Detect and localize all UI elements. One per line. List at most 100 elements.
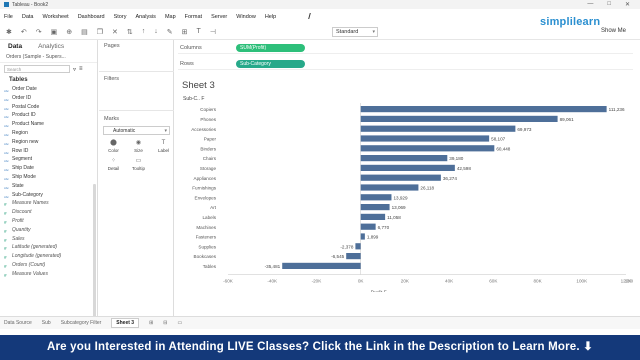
pages-card[interactable]: Pages [99, 42, 174, 72]
new-dashboard-icon[interactable]: ⊟ [163, 320, 167, 326]
group-icon[interactable]: ⊞ [182, 28, 188, 36]
menu-data[interactable]: Data [22, 14, 34, 20]
new-sheet-icon[interactable]: ▤ [81, 28, 88, 36]
save-icon[interactable]: ▣ [51, 28, 58, 36]
new-story-icon[interactable]: ▭ [177, 320, 182, 326]
highlight-icon[interactable]: ✎ [167, 28, 173, 36]
sort-ascending-icon[interactable]: ↑ [142, 28, 146, 35]
list-view-icon[interactable]: ≡ [79, 66, 83, 72]
sort-descending-icon[interactable]: ↓ [154, 28, 158, 35]
category-label: Furnishings [192, 186, 216, 191]
profit-bar [360, 194, 392, 201]
menu-dashboard[interactable]: Dashboard [78, 14, 105, 20]
measure-field[interactable]: # Sales [0, 235, 97, 244]
field-search-input[interactable]: Search [4, 65, 70, 73]
duplicate-icon[interactable]: ❐ [97, 28, 103, 36]
new-datasource-icon[interactable]: ⊕ [66, 28, 72, 36]
rows-shelf[interactable]: Rows Sub-Category [178, 58, 633, 70]
show-me-button[interactable]: Show Me [601, 28, 626, 34]
bar-value-label: -35,481 [265, 264, 281, 269]
dimension-field[interactable]: Abc Product ID [0, 111, 97, 120]
measure-field[interactable]: # Measure Names [0, 199, 97, 208]
columns-shelf[interactable]: Columns SUM(Profit) [178, 42, 633, 54]
tab-data-source[interactable]: Data Source [4, 320, 32, 326]
profit-bar [360, 223, 376, 230]
menu-analysis[interactable]: Analysis [135, 14, 155, 20]
window-controls: — □ ✕ [587, 1, 640, 8]
bar-value-label: -2,378 [340, 244, 353, 249]
dimension-field[interactable]: Abc Row ID [0, 147, 97, 156]
menu-window[interactable]: Window [236, 14, 256, 20]
category-label: Tables [203, 264, 217, 269]
tableau-logo-icon[interactable]: ✱ [6, 28, 12, 36]
label-button[interactable]: T Label [152, 139, 175, 155]
dimension-field[interactable]: Abc Ship Date [0, 164, 97, 173]
filter-icon[interactable]: ▿ [73, 66, 76, 73]
datasource-item[interactable]: Orders (Sample - Supers... [0, 52, 97, 63]
profit-bar [360, 213, 386, 220]
profit-bar [360, 145, 495, 152]
measure-field[interactable]: # Latitude (generated) [0, 243, 97, 252]
close-button[interactable]: ✕ [625, 1, 630, 8]
columns-pill[interactable]: SUM(Profit) [236, 43, 305, 52]
color-icon: ⬤ [110, 140, 117, 146]
x-tick-label: -20K [312, 279, 323, 284]
menu-file[interactable]: File [4, 14, 13, 20]
fit-dropdown[interactable]: Standard [332, 27, 378, 37]
dimension-field[interactable]: Abc State [0, 182, 97, 191]
data-pane: Data Analytics Orders (Sample - Supers..… [0, 40, 98, 349]
menu-server[interactable]: Server [211, 14, 227, 20]
bar-value-label: 11,058 [387, 215, 401, 220]
color-button[interactable]: ⬤ Color [102, 139, 125, 155]
measure-field[interactable]: # Profit [0, 217, 97, 226]
fix-axes-icon[interactable]: ⊣ [210, 28, 216, 36]
menu-worksheet[interactable]: Worksheet [43, 14, 69, 20]
measure-field[interactable]: # Quantity [0, 226, 97, 235]
detail-button[interactable]: ⁘ Detail [102, 157, 125, 173]
undo-icon[interactable]: ↶ [21, 28, 27, 36]
promo-banner[interactable]: Are you Interested in Attending LIVE Cla… [0, 335, 640, 360]
dimension-field[interactable]: Abc Postal Code [0, 103, 97, 112]
measure-field[interactable]: # Discount [0, 208, 97, 217]
tooltip-button[interactable]: ▭ Tooltip [127, 157, 150, 173]
measure-field[interactable]: # Longitude (generated) [0, 252, 97, 261]
bar-value-label: 60,448 [496, 146, 510, 151]
measure-field[interactable]: # Orders (Count) [0, 261, 97, 270]
dimension-field[interactable]: Abc Segment [0, 155, 97, 164]
tab-sub[interactable]: Sub [42, 320, 51, 326]
labels-icon[interactable]: T [197, 28, 201, 35]
dimension-field[interactable]: Abc Order Date [0, 85, 97, 94]
menu-map[interactable]: Map [165, 14, 176, 20]
maximize-button[interactable]: □ [607, 1, 611, 8]
minimize-button[interactable]: — [587, 1, 593, 8]
measure-field[interactable]: # Measure Values [0, 270, 97, 279]
dimension-field[interactable]: Abc Sub-Category [0, 191, 97, 200]
tab-subcategory-filter[interactable]: Subcategory Filter [61, 320, 102, 326]
rows-pill[interactable]: Sub-Category [236, 59, 305, 68]
bar-value-label: 111,236 [609, 107, 625, 112]
menu-help[interactable]: Help [265, 14, 276, 20]
clear-icon[interactable]: ✕ [112, 28, 118, 36]
menu-story[interactable]: Story [114, 14, 127, 20]
dimension-field[interactable]: Abc Ship Mode [0, 173, 97, 182]
new-worksheet-icon[interactable]: ⊞ [149, 320, 153, 326]
tab-data[interactable]: Data [0, 43, 30, 50]
tab-analytics[interactable]: Analytics [30, 43, 72, 50]
redo-icon[interactable]: ↷ [36, 28, 42, 36]
dimension-field[interactable]: Abc Order ID [0, 94, 97, 103]
profit-bar-chart: Copiers 111,236 Phones 89,061 Accessories 69,… [191, 103, 633, 292]
window-title: Tableau - Book2 [12, 1, 49, 8]
dimension-field[interactable]: Abc Region [0, 129, 97, 138]
dimension-field[interactable]: Abc Product Name [0, 120, 97, 129]
profit-bar [360, 233, 365, 240]
menu-format[interactable]: Format [185, 14, 202, 20]
swap-icon[interactable]: ⇅ [127, 28, 133, 36]
profit-bar [360, 135, 490, 142]
measure-type-icon: # [4, 272, 7, 278]
tab-sheet-3[interactable]: Sheet 3 [111, 318, 140, 328]
filters-card[interactable]: Filters [99, 75, 174, 111]
size-button[interactable]: ◉ Size [127, 139, 150, 155]
dimension-field[interactable]: Abc Region new [0, 138, 97, 147]
bar-value-label: 42,598 [457, 166, 471, 171]
mark-type-dropdown[interactable]: Automatic [103, 126, 170, 135]
